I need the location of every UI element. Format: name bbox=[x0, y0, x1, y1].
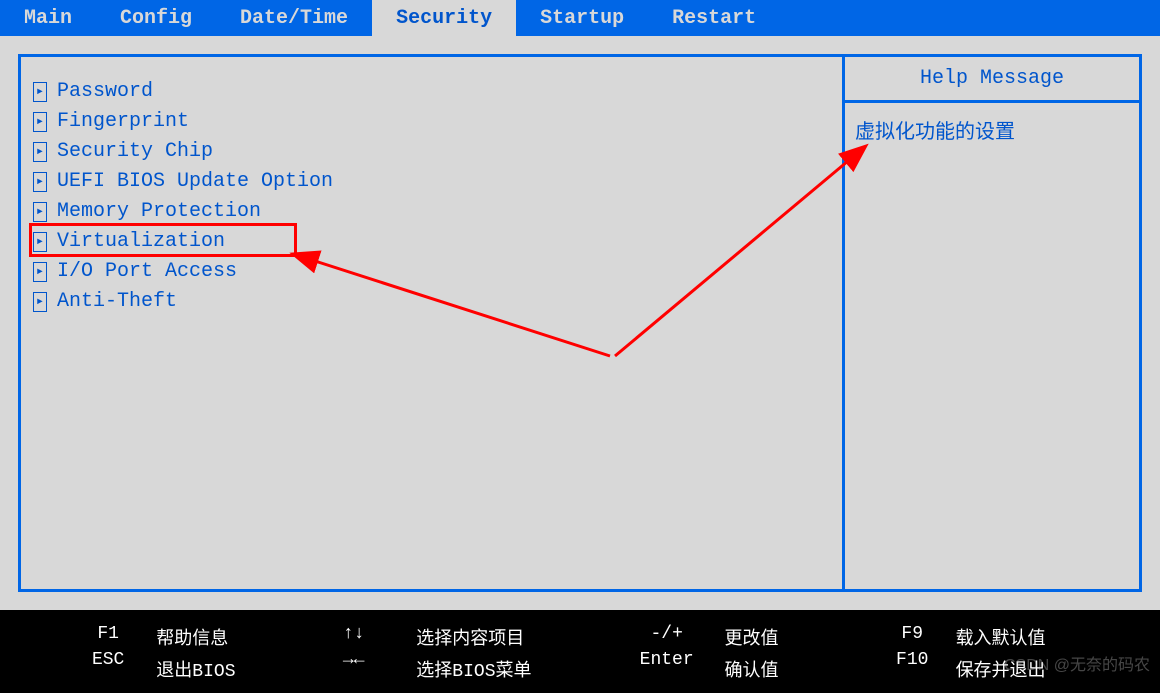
tab-config[interactable]: Config bbox=[96, 0, 216, 36]
security-menu-panel: ▸ Password ▸ Fingerprint ▸ Security Chip… bbox=[18, 54, 842, 592]
menu-io-port-access[interactable]: ▸ I/O Port Access bbox=[33, 257, 830, 287]
menu-label: Virtualization bbox=[57, 227, 225, 257]
menu-fingerprint[interactable]: ▸ Fingerprint bbox=[33, 107, 830, 137]
watermark: CSDN @无奈的码农 bbox=[1004, 651, 1150, 675]
help-panel: Help Message 虚拟化功能的设置 bbox=[842, 54, 1142, 592]
tab-datetime[interactable]: Date/Time bbox=[216, 0, 372, 36]
submenu-icon: ▸ bbox=[33, 112, 47, 132]
footer-key-f10: F10 bbox=[869, 650, 956, 670]
menu-uefi-bios-update[interactable]: ▸ UEFI BIOS Update Option bbox=[33, 167, 830, 197]
footer-label-exit: 退出BIOS bbox=[156, 656, 291, 682]
footer-label-confirm: 确认值 bbox=[724, 656, 868, 682]
help-title: Help Message bbox=[845, 57, 1139, 103]
footer-label-help: 帮助信息 bbox=[156, 624, 291, 650]
bios-content: ▸ Password ▸ Fingerprint ▸ Security Chip… bbox=[0, 36, 1160, 610]
submenu-icon: ▸ bbox=[33, 142, 47, 162]
menu-label: Password bbox=[57, 77, 153, 107]
footer-label-change: 更改值 bbox=[724, 624, 868, 650]
bios-tab-bar: Main Config Date/Time Security Startup R… bbox=[0, 0, 1160, 36]
menu-label: Memory Protection bbox=[57, 197, 261, 227]
footer-key-f1: F1 bbox=[60, 624, 156, 644]
submenu-icon: ▸ bbox=[33, 292, 47, 312]
footer-key-esc: ESC bbox=[60, 650, 156, 670]
menu-label: Anti-Theft bbox=[57, 287, 177, 317]
submenu-icon: ▸ bbox=[33, 202, 47, 222]
footer-label-select-item: 选择内容项目 bbox=[416, 624, 609, 650]
menu-label: Fingerprint bbox=[57, 107, 189, 137]
tab-startup[interactable]: Startup bbox=[516, 0, 648, 36]
footer-key-f9: F9 bbox=[869, 624, 956, 644]
tab-restart[interactable]: Restart bbox=[648, 0, 780, 36]
bios-footer: F1 ESC 帮助信息 退出BIOS ↑↓ →← 选择内容项目 选择BIOS菜单… bbox=[0, 610, 1160, 693]
help-content: 虚拟化功能的设置 bbox=[845, 103, 1139, 157]
submenu-icon: ▸ bbox=[33, 82, 47, 102]
menu-virtualization[interactable]: ▸ Virtualization bbox=[33, 227, 830, 257]
menu-label: I/O Port Access bbox=[57, 257, 237, 287]
menu-label: Security Chip bbox=[57, 137, 213, 167]
submenu-icon: ▸ bbox=[33, 262, 47, 282]
footer-label-select-menu: 选择BIOS菜单 bbox=[416, 656, 609, 682]
tab-main[interactable]: Main bbox=[0, 0, 96, 36]
menu-memory-protection[interactable]: ▸ Memory Protection bbox=[33, 197, 830, 227]
menu-label: UEFI BIOS Update Option bbox=[57, 167, 333, 197]
tab-security[interactable]: Security bbox=[372, 0, 516, 36]
footer-label-defaults: 载入默认值 bbox=[956, 624, 1100, 650]
footer-key-plusminus: -/+ bbox=[609, 624, 725, 644]
footer-key-enter: Enter bbox=[609, 650, 725, 670]
submenu-icon: ▸ bbox=[33, 172, 47, 192]
menu-security-chip[interactable]: ▸ Security Chip bbox=[33, 137, 830, 167]
submenu-icon: ▸ bbox=[33, 232, 47, 252]
menu-anti-theft[interactable]: ▸ Anti-Theft bbox=[33, 287, 830, 317]
menu-password[interactable]: ▸ Password bbox=[33, 77, 830, 107]
footer-key-leftright: →← bbox=[291, 650, 416, 670]
footer-key-updown: ↑↓ bbox=[291, 624, 416, 644]
